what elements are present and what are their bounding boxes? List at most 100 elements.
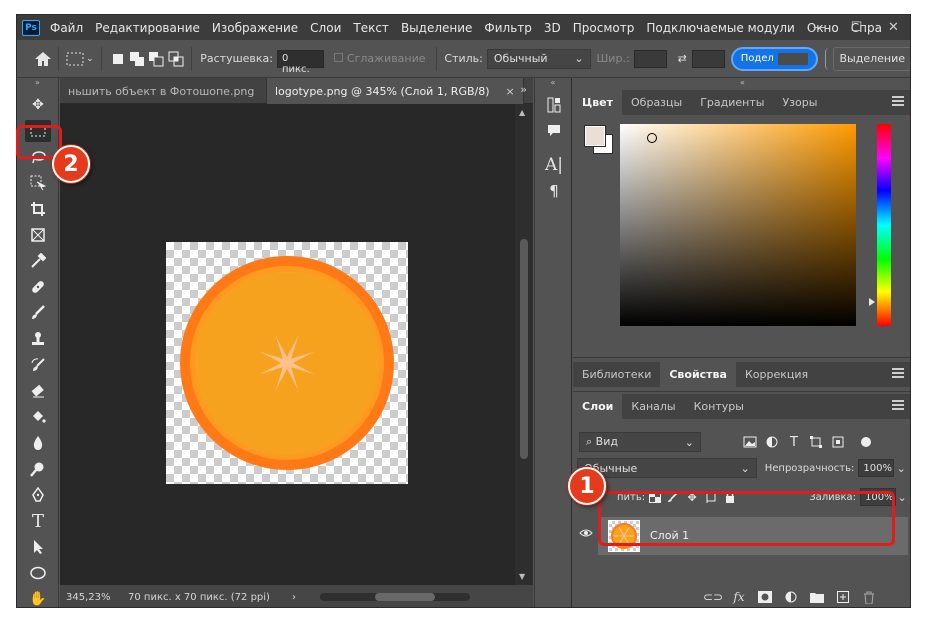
tab-properties[interactable]: Свойства	[660, 362, 736, 387]
add-selection-icon[interactable]	[127, 48, 146, 70]
image-filter-icon[interactable]	[739, 432, 761, 452]
menu-select[interactable]: Выделение	[395, 21, 478, 35]
close-tab-icon[interactable]: ×	[506, 85, 515, 98]
shape-filter-icon[interactable]	[805, 432, 827, 452]
select-and-mask-button[interactable]: Выделение	[832, 46, 910, 71]
chevron-down-icon[interactable]: ⌄	[85, 48, 96, 70]
panel-menu-icon[interactable]	[892, 400, 904, 410]
collapse-icon[interactable]: »	[17, 78, 58, 92]
tab-document-2[interactable]: logotype.png @ 345% (Слой 1, RGB/8) ×	[267, 78, 524, 104]
path-select-tool[interactable]	[17, 534, 59, 560]
layer-filter-select[interactable]: ⌕ Вид ⌄	[579, 432, 701, 452]
fx-icon[interactable]: fx	[726, 587, 752, 607]
scrollbar-thumb[interactable]	[520, 239, 528, 459]
tab-layers[interactable]: Слои	[573, 394, 623, 419]
adjustment-layer-icon[interactable]	[778, 587, 804, 607]
crop-tool[interactable]	[17, 196, 59, 222]
horizontal-scrollbar[interactable]	[320, 593, 470, 601]
add-mask-icon[interactable]	[752, 587, 778, 607]
eyedropper-tool[interactable]	[17, 248, 59, 274]
menu-image[interactable]: Изображение	[206, 21, 304, 35]
panel-menu-icon[interactable]	[892, 96, 904, 106]
comments-icon[interactable]	[535, 118, 573, 144]
menu-text[interactable]: Текст	[347, 21, 395, 35]
foreground-color-swatch[interactable]	[584, 125, 606, 147]
blur-tool[interactable]	[17, 430, 59, 456]
zoom-level[interactable]: 345,23%	[60, 592, 120, 603]
link-layers-icon[interactable]: ⊂⊃	[700, 587, 726, 607]
smart-object-filter-icon[interactable]	[827, 432, 849, 452]
tab-channels[interactable]: Каналы	[622, 394, 684, 419]
hue-slider-arrow[interactable]	[869, 298, 875, 306]
panel-menu-icon[interactable]	[892, 368, 904, 378]
tab-color[interactable]: Цвет	[573, 90, 623, 115]
feather-input[interactable]: 0 пикс.	[276, 49, 324, 75]
visibility-eye-icon[interactable]	[579, 528, 593, 542]
vertical-scrollbar[interactable]: ▲ ▼	[515, 104, 533, 585]
filter-toggle-icon[interactable]	[861, 437, 871, 447]
object-select-tool[interactable]	[17, 170, 59, 196]
style-select[interactable]: Обычный ⌄	[486, 48, 591, 69]
color-picker-field[interactable]	[620, 124, 856, 326]
menu-edit[interactable]: Редактирование	[89, 21, 206, 35]
healing-brush-tool[interactable]	[17, 274, 59, 300]
scroll-up-icon[interactable]: ▲	[519, 108, 525, 117]
folder-icon[interactable]	[804, 587, 830, 607]
expand-icon[interactable]: «	[535, 78, 571, 92]
trash-icon[interactable]	[856, 587, 882, 607]
subtract-selection-icon[interactable]	[147, 48, 166, 70]
swap-icon[interactable]: ⇄	[673, 48, 692, 70]
tab-paths[interactable]: Контуры	[685, 394, 753, 419]
canvas-area[interactable]	[60, 104, 515, 585]
type-filter-icon[interactable]: T	[783, 432, 805, 452]
paragraph-icon[interactable]: ¶	[535, 178, 573, 204]
home-icon[interactable]	[33, 48, 52, 70]
paint-bucket-tool[interactable]	[17, 404, 59, 430]
tab-swatches[interactable]: Образцы	[622, 90, 691, 115]
opacity-input[interactable]: 100%	[858, 459, 895, 477]
scrollbar-thumb[interactable]	[375, 593, 435, 601]
adjustment-filter-icon[interactable]	[761, 432, 783, 452]
new-layer-icon[interactable]	[830, 587, 856, 607]
clone-stamp-tool[interactable]	[17, 326, 59, 352]
collapse-panels-icon[interactable]: «	[573, 78, 910, 90]
more-tabs-icon[interactable]: »	[520, 83, 527, 96]
width-input[interactable]	[633, 49, 667, 68]
antialias-checkbox[interactable]: Сглаживание	[333, 52, 426, 65]
tab-gradients[interactable]: Градиенты	[691, 90, 773, 115]
chevron-down-icon[interactable]: ⌄	[896, 491, 908, 504]
move-tool[interactable]: ✥	[17, 92, 59, 118]
chevron-right-icon[interactable]: ›	[292, 592, 308, 603]
blend-mode-select[interactable]: Обычные ⌄	[577, 458, 757, 478]
frame-tool[interactable]	[17, 222, 59, 248]
eraser-tool[interactable]	[17, 378, 59, 404]
scroll-down-icon[interactable]: ▼	[519, 572, 525, 581]
menu-filter[interactable]: Фильтр	[478, 21, 537, 35]
brush-tool[interactable]	[17, 300, 59, 326]
tab-patterns[interactable]: Узоры	[773, 90, 826, 115]
menu-plugins[interactable]: Подключаемые модули	[640, 21, 801, 35]
character-icon[interactable]: A|	[535, 152, 573, 178]
ellipse-tool[interactable]	[17, 560, 59, 586]
history-icon[interactable]	[535, 92, 573, 118]
new-selection-icon[interactable]	[108, 48, 127, 70]
tab-libraries[interactable]: Библиотеки	[573, 362, 660, 387]
menu-file[interactable]: Файл	[44, 21, 89, 35]
maximize-button[interactable]: ☐	[838, 15, 875, 40]
color-picker-cursor[interactable]	[647, 133, 657, 143]
hand-tool[interactable]: ✋	[17, 586, 59, 607]
history-brush-tool[interactable]	[17, 352, 59, 378]
menu-view[interactable]: Просмотр	[567, 21, 641, 35]
close-button[interactable]: ✕	[875, 15, 910, 40]
menu-layers[interactable]: Слои	[304, 21, 347, 35]
type-tool[interactable]: T	[17, 508, 59, 534]
minimize-button[interactable]: —	[801, 15, 838, 40]
canvas-image[interactable]	[166, 242, 408, 484]
chevron-down-icon[interactable]: ⌄	[894, 462, 908, 475]
height-input[interactable]	[691, 49, 725, 68]
pen-tool[interactable]	[17, 482, 59, 508]
share-button[interactable]: Подел	[730, 46, 818, 71]
marquee-preset-icon[interactable]	[65, 48, 84, 70]
tab-adjustments[interactable]: Коррекция	[736, 362, 817, 387]
menu-3d[interactable]: 3D	[538, 21, 567, 35]
